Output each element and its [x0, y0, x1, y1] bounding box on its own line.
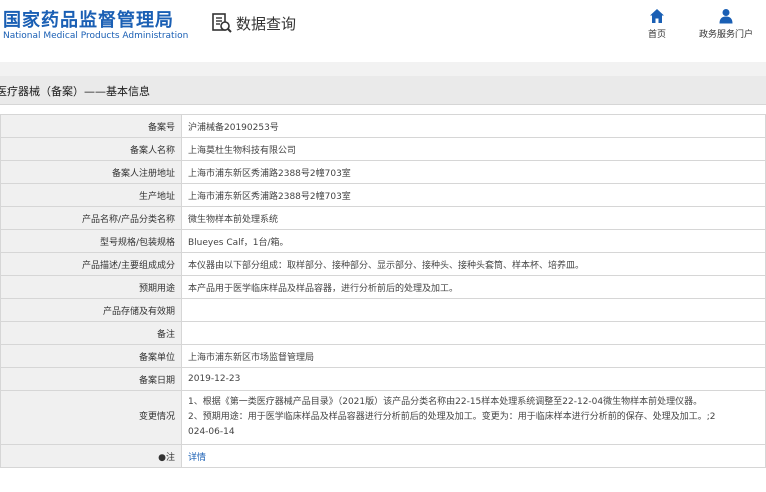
field-value: 上海市浦东新区秀浦路2388号2幢703室: [181, 183, 766, 207]
row-filing-unit: 备案单位 上海市浦东新区市场监督管理局: [0, 344, 766, 368]
data-query-label: 数据查询: [236, 14, 297, 33]
row-intended-use: 预期用途 本产品用于医学临床样品及样品容器，进行分析前后的处理及加工。: [0, 275, 766, 299]
field-label: 备案日期: [0, 367, 182, 391]
nav-home-label: 首页: [647, 30, 666, 40]
row-filer-name: 备案人名称 上海莫杜生物科技有限公司: [0, 137, 766, 161]
field-value: 本仪器由以下部分组成：取样部分、接种部分、显示部分、接种头、接种头套筒、样本杯、…: [181, 252, 766, 276]
field-label: 生产地址: [0, 183, 182, 207]
field-value: 2019-12-23: [181, 367, 766, 391]
row-production-address: 生产地址 上海市浦东新区秀浦路2388号2幢703室: [0, 183, 766, 207]
field-label: ●注: [0, 444, 182, 468]
field-value: Blueyes Calf，1台/箱。: [181, 229, 766, 253]
site-header: 国家药品监督管理局 National Medical Products Admi…: [0, 0, 766, 62]
field-label: 备案单位: [0, 344, 182, 368]
home-icon: [650, 9, 664, 23]
row-filing-date: 备案日期 2019-12-23: [0, 367, 766, 391]
field-value: 微生物样本前处理系统: [181, 206, 766, 230]
field-value: 上海市浦东新区秀浦路2388号2幢703室: [181, 160, 766, 184]
row-storage-shelf-life: 产品存储及有效期: [0, 298, 766, 322]
record-info-table: 备案号 沪浦械备20190253号 备案人名称 上海莫杜生物科技有限公司 备案人…: [0, 114, 766, 468]
change-line-2: 2、预期用途：用于医学临床样品及样品容器进行分析前后的处理及加工。变更为：用于临…: [188, 412, 716, 422]
field-label: 产品名称/产品分类名称: [0, 206, 182, 230]
site-logo-title[interactable]: 国家药品监督管理局: [3, 6, 174, 32]
field-label: 产品描述/主要组成成分: [0, 252, 182, 276]
row-remarks: 备注: [0, 321, 766, 345]
field-label: 预期用途: [0, 275, 182, 299]
field-value: 上海市浦东新区市场监督管理局: [181, 344, 766, 368]
section-header: 医疗器械（备案）——基本信息: [0, 76, 766, 105]
field-label: 产品存储及有效期: [0, 298, 182, 322]
field-label: 备案号: [0, 114, 182, 138]
data-query-link[interactable]: 数据查询: [211, 12, 296, 34]
field-value: 本产品用于医学临床样品及样品容器，进行分析前后的处理及加工。: [181, 275, 766, 299]
row-registered-address: 备案人注册地址 上海市浦东新区秀浦路2388号2幢703室: [0, 160, 766, 184]
field-label: 备案人注册地址: [0, 160, 182, 184]
row-model-spec: 型号规格/包装规格 Blueyes Calf，1台/箱。: [0, 229, 766, 253]
nav-gov-label: 政务服务门户: [698, 30, 753, 40]
nav-home[interactable]: 首页: [640, 8, 674, 40]
field-label: 型号规格/包装规格: [0, 229, 182, 253]
section-title: 医疗器械（备案）——基本信息: [0, 85, 150, 98]
field-value: 上海莫杜生物科技有限公司: [181, 137, 766, 161]
row-product-description: 产品描述/主要组成成分 本仪器由以下部分组成：取样部分、接种部分、显示部分、接种…: [0, 252, 766, 276]
change-line-1: 1、根据《第一类医疗器械产品目录》（2021版）该产品分类名称由22-15样本处…: [188, 397, 703, 407]
change-line-3: 024-06-14: [188, 427, 235, 437]
user-icon: [719, 9, 733, 24]
nav-gov-service-portal[interactable]: 政务服务门户: [694, 8, 758, 40]
change-history-value: 1、根据《第一类医疗器械产品目录》（2021版）该产品分类名称由22-15样本处…: [181, 390, 766, 445]
field-label: 变更情况: [0, 390, 182, 445]
field-value: 详情: [181, 444, 766, 468]
row-record-number: 备案号 沪浦械备20190253号: [0, 114, 766, 138]
row-detail: ●注 详情: [0, 444, 766, 468]
search-document-icon: [212, 13, 232, 33]
row-product-name: 产品名称/产品分类名称 微生物样本前处理系统: [0, 206, 766, 230]
field-value: [181, 321, 766, 345]
field-label: 备注: [0, 321, 182, 345]
detail-link[interactable]: 详情: [188, 453, 206, 463]
row-change-history: 变更情况 1、根据《第一类医疗器械产品目录》（2021版）该产品分类名称由22-…: [0, 390, 766, 445]
field-label: 备案人名称: [0, 137, 182, 161]
site-logo-subtitle: National Medical Products Administration: [3, 31, 189, 41]
field-value: 沪浦械备20190253号: [181, 114, 766, 138]
header-divider: [0, 62, 766, 76]
field-value: [181, 298, 766, 322]
